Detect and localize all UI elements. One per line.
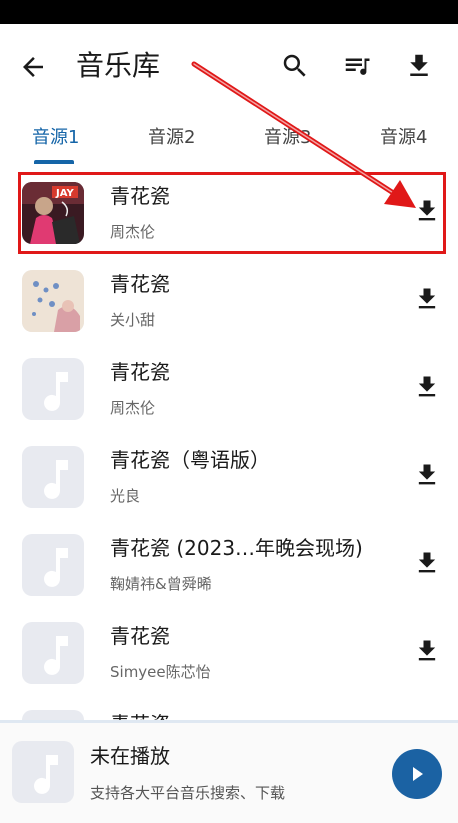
download-icon[interactable] (413, 637, 441, 665)
song-artist: Simyee陈芯怡 (110, 663, 211, 681)
song-title: 青花瓷 (110, 360, 170, 384)
music-note-icon (44, 372, 68, 411)
back-arrow-icon[interactable] (18, 52, 48, 82)
tab-source-3[interactable]: 音源3 (264, 126, 311, 150)
song-artist: 周杰伦 (110, 223, 156, 241)
play-icon (413, 767, 423, 781)
now-playing-subtitle: 支持各大平台音乐搜索、下载 (90, 784, 286, 802)
music-note-icon (44, 636, 68, 675)
album-cover (22, 710, 84, 720)
download-icon[interactable] (413, 461, 441, 489)
song-title: 青花瓷（粤语版） (110, 448, 270, 472)
list-item[interactable]: 青花瓷 关小甜 (0, 252, 458, 340)
list-item[interactable]: 青花瓷（粤语版） 光良 (0, 428, 458, 516)
now-playing-cover (12, 741, 74, 803)
list-item[interactable]: JAY 青花瓷 周杰伦 (0, 164, 458, 252)
now-playing-title: 未在播放 (90, 744, 170, 768)
music-note-icon (22, 710, 84, 720)
list-item[interactable]: 青花瓷 (2023…年晚会现场) 鞠婧祎&曾舜晞 (0, 516, 458, 604)
song-artist: 周杰伦 (110, 399, 156, 417)
album-cover (22, 358, 84, 420)
music-note-icon (34, 755, 58, 794)
list-item[interactable]: 青花瓷 周杰伦 (0, 340, 458, 428)
album-cover (22, 270, 84, 332)
tab-source-1[interactable]: 音源1 (32, 126, 79, 150)
music-note-icon (44, 460, 68, 499)
mini-player[interactable]: 未在播放 支持各大平台音乐搜索、下载 (0, 720, 458, 823)
song-title: 青花瓷 (2023…年晚会现场) (110, 536, 363, 560)
download-icon[interactable] (413, 373, 441, 401)
tab-source-4[interactable]: 音源4 (380, 126, 427, 150)
download-icon[interactable] (404, 51, 434, 81)
app-bar: 音乐库 (0, 24, 458, 108)
song-title: 青花瓷 (110, 711, 170, 720)
song-title: 青花瓷 (110, 272, 170, 296)
list-item[interactable]: 青花瓷 (0, 692, 458, 720)
song-artist: 关小甜 (110, 311, 156, 329)
song-title: 青花瓷 (110, 184, 170, 208)
download-icon[interactable] (413, 549, 441, 577)
album-cover (22, 622, 84, 684)
page-title: 音乐库 (76, 49, 161, 82)
list-item[interactable]: 青花瓷 Simyee陈芯怡 (0, 604, 458, 692)
music-note-icon (44, 548, 68, 587)
svg-text:JAY: JAY (55, 188, 75, 199)
song-artist: 光良 (110, 487, 141, 505)
album-art-blue-text (22, 270, 84, 332)
download-icon[interactable] (413, 285, 441, 313)
playlist-icon[interactable] (342, 51, 372, 81)
song-title: 青花瓷 (110, 624, 170, 648)
download-icon[interactable] (413, 197, 441, 225)
search-icon[interactable] (280, 51, 310, 81)
tab-source-2[interactable]: 音源2 (148, 126, 195, 150)
song-artist: 鞠婧祎&曾舜晞 (110, 575, 212, 593)
source-tabs: 音源1 音源2 音源3 音源4 (0, 112, 458, 164)
album-cover (22, 534, 84, 596)
album-art-jay: JAY (22, 182, 84, 244)
song-list[interactable]: JAY 青花瓷 周杰伦 青花瓷 关小甜 青花瓷 周杰伦 青花瓷（粤语版） 光良 … (0, 164, 458, 720)
status-bar (0, 0, 458, 24)
album-cover: JAY (22, 182, 84, 244)
play-button[interactable] (392, 749, 442, 799)
album-cover (22, 446, 84, 508)
